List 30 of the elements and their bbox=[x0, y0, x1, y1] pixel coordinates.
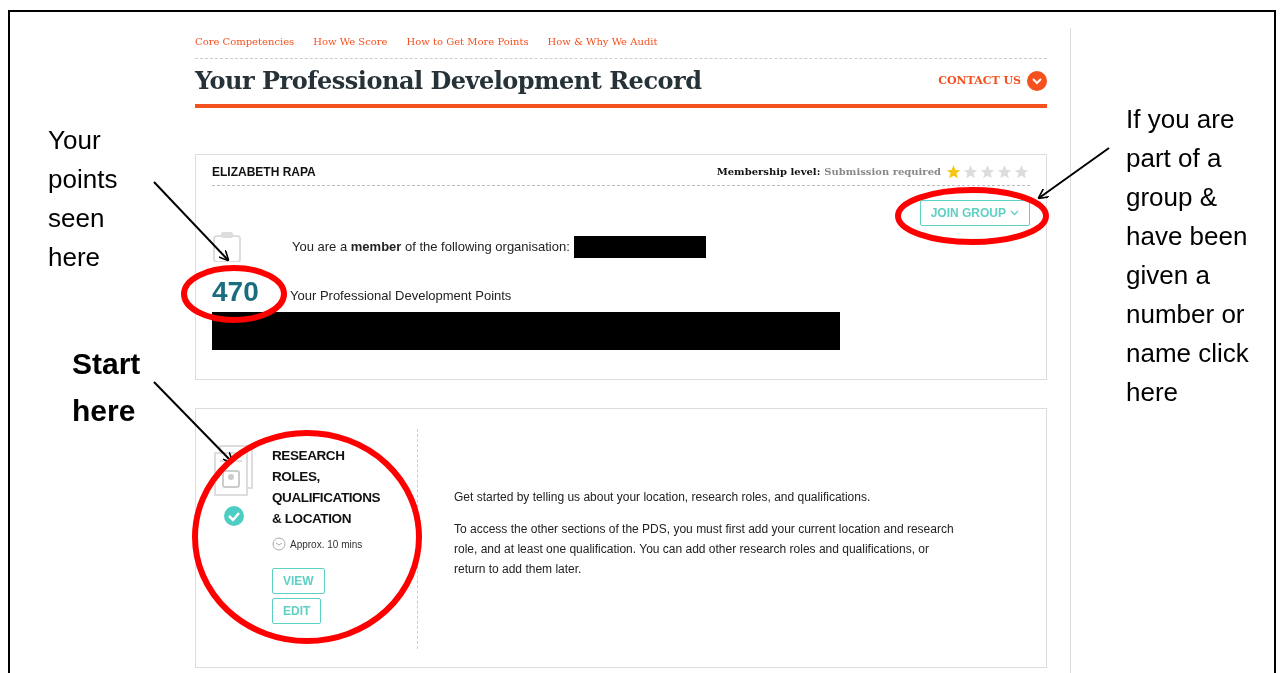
annotation-text: Start here bbox=[72, 346, 142, 429]
duration-text: Approx. 10 mins bbox=[290, 537, 363, 552]
member-name: ELIZABETH RAPA bbox=[212, 163, 316, 181]
description-text: To access the other sections of the PDS, you must first add your current location and research role, and at least one qualification. You can add other research roles and qualifications, or return to add them later. bbox=[454, 520, 955, 578]
edit-button[interactable]: EDIT bbox=[272, 597, 322, 624]
description-text: Get started by telling us about your location, research roles, and qualifications. bbox=[454, 488, 872, 506]
annotation-text: Your points seen here bbox=[48, 124, 119, 274]
chevron-down-icon bbox=[1027, 71, 1047, 92]
membership-label: Membership level: bbox=[716, 165, 821, 180]
section-title: RESEARCH ROLES, QUALIFICATIONS & LOCATION bbox=[272, 446, 382, 528]
page-title: Your Professional Development Record bbox=[195, 67, 702, 96]
view-button[interactable]: VIEW bbox=[272, 567, 325, 594]
annotation-text: If you are part of a group & have been given a number or name click here bbox=[1126, 103, 1250, 409]
nav-link[interactable]: Core Competencies bbox=[195, 34, 295, 49]
star-icon bbox=[996, 163, 1013, 180]
nav-link[interactable]: How & Why We Audit bbox=[547, 34, 658, 49]
points-value: 470 bbox=[212, 277, 260, 306]
star-icon bbox=[1013, 163, 1030, 180]
clock-icon bbox=[272, 537, 286, 552]
nav-link[interactable]: How to Get More Points bbox=[406, 34, 529, 49]
contact-button[interactable]: CONTACT US bbox=[938, 71, 1047, 92]
star-icon bbox=[945, 163, 962, 180]
points-label: Your Professional Development Points bbox=[290, 287, 512, 306]
membership-sentence: You are a member of the following organisation: bbox=[292, 238, 570, 257]
nav-link[interactable]: How We Score bbox=[313, 34, 388, 49]
join-group-button[interactable]: JOIN GROUP bbox=[919, 199, 1030, 226]
star-icon bbox=[962, 163, 979, 180]
caret-icon bbox=[1010, 209, 1019, 216]
membership-value: Submission required bbox=[824, 165, 941, 180]
star-icon bbox=[979, 163, 996, 180]
